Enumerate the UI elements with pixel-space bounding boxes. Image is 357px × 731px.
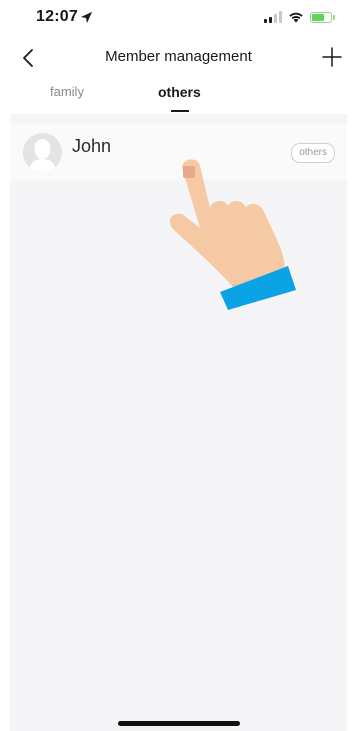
member-list: John others bbox=[10, 114, 347, 731]
page-title: Member management bbox=[105, 48, 252, 65]
chevron-left-icon[interactable] bbox=[18, 47, 40, 69]
tab-bar: family others bbox=[0, 80, 357, 114]
navigation-bar: Member management bbox=[0, 44, 357, 74]
wifi-icon bbox=[289, 12, 303, 23]
status-bar: 12:07 bbox=[0, 0, 357, 40]
home-indicator bbox=[118, 721, 240, 726]
plus-icon[interactable] bbox=[321, 46, 343, 68]
signal-icon bbox=[264, 11, 282, 23]
tab-family[interactable]: family bbox=[50, 84, 84, 99]
member-row[interactable]: John others bbox=[10, 124, 347, 180]
active-tab-indicator bbox=[171, 110, 189, 112]
battery-charging-icon bbox=[310, 11, 332, 23]
status-icons bbox=[264, 11, 335, 23]
default-avatar-icon bbox=[23, 133, 62, 172]
member-name: John bbox=[72, 136, 112, 156]
status-time: 12:07 bbox=[36, 8, 78, 25]
tab-others[interactable]: others bbox=[158, 84, 201, 100]
location-arrow-icon bbox=[80, 11, 93, 24]
role-badge: others bbox=[291, 143, 335, 163]
